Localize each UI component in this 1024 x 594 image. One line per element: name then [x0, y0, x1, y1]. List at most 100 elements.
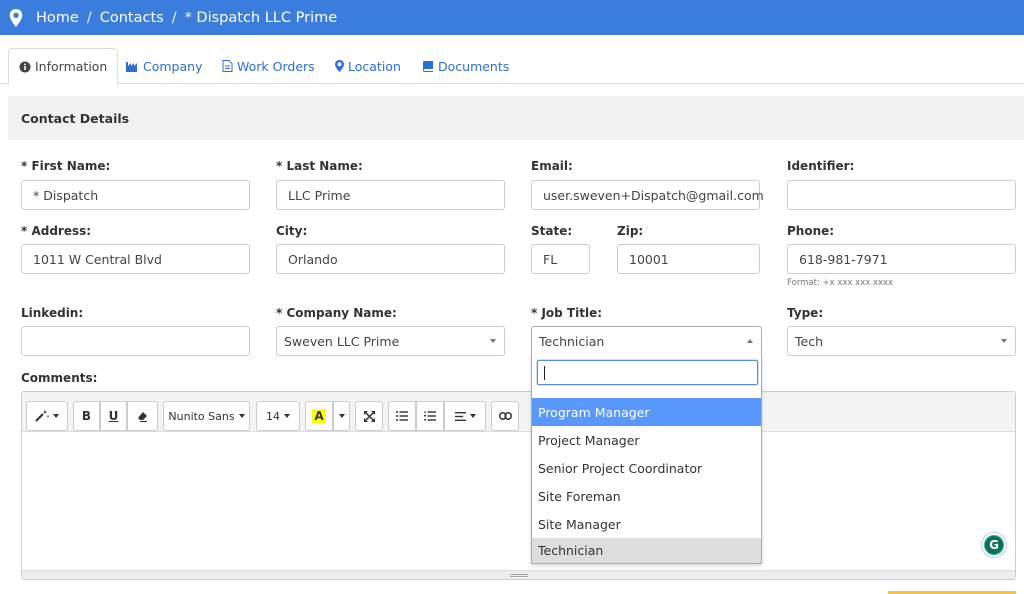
dropdown-option-program-manager[interactable]: Program Manager: [532, 398, 761, 426]
editor-resize-handle[interactable]: [22, 570, 1015, 579]
bold-icon: B: [81, 409, 92, 423]
underline-icon: U: [108, 409, 119, 423]
fullscreen-button[interactable]: [355, 401, 383, 431]
map-marker-icon: [335, 60, 344, 72]
font-color-button[interactable]: A: [305, 401, 333, 431]
chevron-down-icon: [1001, 339, 1007, 343]
company-name-select[interactable]: Sweven LLC Prime: [276, 326, 505, 356]
city-label: City:: [276, 224, 308, 238]
type-label: Type:: [787, 306, 824, 320]
identifier-input[interactable]: [787, 180, 1016, 210]
zip-label: Zip:: [617, 224, 644, 238]
magic-button[interactable]: [26, 401, 68, 431]
tab-bar: Information Company Work Orders Location…: [0, 48, 1024, 85]
job-title-dropdown: Program Manager Project Manager Senior P…: [531, 354, 762, 564]
chevron-down-icon: [53, 414, 59, 418]
unordered-list-button[interactable]: [388, 401, 416, 431]
job-title-value: Technician: [539, 333, 605, 349]
align-icon: [454, 411, 466, 421]
dropdown-option-technician[interactable]: Technician: [532, 538, 761, 563]
dropdown-option-senior-project-coordinator[interactable]: Senior Project Coordinator: [532, 454, 761, 482]
eraser-icon: [138, 411, 147, 422]
ordered-list-button[interactable]: [416, 401, 444, 431]
map-marker-icon: [9, 8, 23, 27]
font-color-icon: A: [312, 409, 326, 423]
dropdown-option-site-manager[interactable]: Site Manager: [532, 510, 761, 538]
fullscreen-icon: [363, 410, 375, 422]
chevron-down-icon: [238, 414, 245, 418]
tab-work-orders[interactable]: Work Orders: [222, 48, 315, 84]
phone-label: Phone:: [787, 224, 835, 238]
font-color-dropdown[interactable]: [333, 401, 350, 431]
tab-label: Company: [143, 58, 203, 74]
tab-location[interactable]: Location: [335, 48, 401, 84]
address-input[interactable]: 1011 W Central Blvd: [21, 244, 250, 274]
chevron-down-icon: [338, 414, 345, 418]
tab-label: Work Orders: [237, 58, 315, 74]
breadcrumb-bar: Home / Contacts / * Dispatch LLC Prime: [0, 0, 1024, 35]
linkedin-input[interactable]: [21, 326, 250, 356]
font-size-dropdown[interactable]: 14: [256, 401, 300, 431]
align-dropdown[interactable]: [444, 401, 486, 431]
chevron-up-icon: [747, 339, 753, 343]
text-cursor: [544, 366, 545, 380]
breadcrumb-separator: /: [171, 9, 177, 26]
zip-input[interactable]: 10001: [617, 244, 760, 274]
email-input[interactable]: user.sweven+Dispatch@gmail.com: [531, 180, 764, 210]
tab-label: Location: [348, 58, 401, 74]
last-name-label: * Last Name:: [276, 159, 363, 173]
link-button[interactable]: [491, 401, 519, 431]
phone-input[interactable]: 618-981-7971: [787, 244, 1016, 274]
first-name-input[interactable]: * Dispatch: [21, 180, 250, 210]
underline-button[interactable]: U: [100, 401, 127, 431]
editor-toolbar: B U Nunito Sans 14 A: [22, 392, 1015, 432]
phone-format-hint: Format: +x xxx xxx xxxx: [787, 278, 894, 288]
ordered-list-icon: [424, 411, 436, 421]
job-title-search-input[interactable]: [537, 360, 758, 385]
first-name-label: * First Name:: [21, 159, 111, 173]
tab-information[interactable]: Information: [8, 48, 119, 85]
chevron-down-icon: [469, 414, 476, 418]
section-title: Contact Details: [8, 96, 1024, 140]
font-size-value: 14: [266, 409, 280, 423]
chevron-down-icon: [490, 339, 496, 343]
file-icon: [222, 60, 233, 72]
tab-documents[interactable]: Documents: [422, 48, 509, 84]
tab-label: Information: [35, 59, 108, 74]
grammarly-button[interactable]: G: [982, 533, 1006, 557]
unordered-list-icon: [396, 411, 408, 421]
email-label: Email:: [531, 159, 573, 173]
job-title-select[interactable]: Technician: [531, 326, 762, 356]
industry-icon: [126, 62, 137, 72]
info-circle-icon: [19, 61, 31, 72]
chevron-down-icon: [284, 414, 290, 418]
state-input[interactable]: FL: [531, 244, 590, 274]
font-name-value: Nunito Sans: [168, 409, 235, 423]
city-input[interactable]: Orlando: [276, 244, 505, 274]
address-label: * Address:: [21, 224, 92, 238]
resize-grip-icon: [510, 574, 528, 577]
book-icon: [423, 61, 433, 72]
company-name-value: Sweven LLC Prime: [284, 333, 400, 349]
tab-company[interactable]: Company: [126, 48, 202, 84]
breadcrumb-contacts[interactable]: Contacts: [100, 10, 164, 26]
dropdown-option-project-manager[interactable]: Project Manager: [532, 426, 761, 454]
link-icon: [498, 412, 512, 420]
type-select[interactable]: Tech: [787, 326, 1016, 356]
font-name-dropdown[interactable]: Nunito Sans: [163, 401, 250, 431]
grammarly-icon: G: [985, 536, 1003, 554]
eraser-button[interactable]: [127, 401, 158, 431]
type-value: Tech: [795, 333, 823, 349]
company-name-label: * Company Name:: [276, 306, 397, 320]
bold-button[interactable]: B: [73, 401, 100, 431]
comments-label: Comments:: [21, 371, 98, 385]
last-name-input[interactable]: LLC Prime: [276, 180, 505, 210]
dropdown-option-site-foreman[interactable]: Site Foreman: [532, 482, 761, 510]
linkedin-label: Linkedin:: [21, 306, 84, 320]
breadcrumb-current: * Dispatch LLC Prime: [184, 9, 338, 26]
state-label: State:: [531, 224, 573, 238]
identifier-label: Identifier:: [787, 159, 855, 173]
comments-editor[interactable]: B U Nunito Sans 14 A: [21, 391, 1016, 580]
breadcrumb-separator: /: [86, 9, 92, 26]
breadcrumb-home[interactable]: Home: [36, 10, 79, 26]
